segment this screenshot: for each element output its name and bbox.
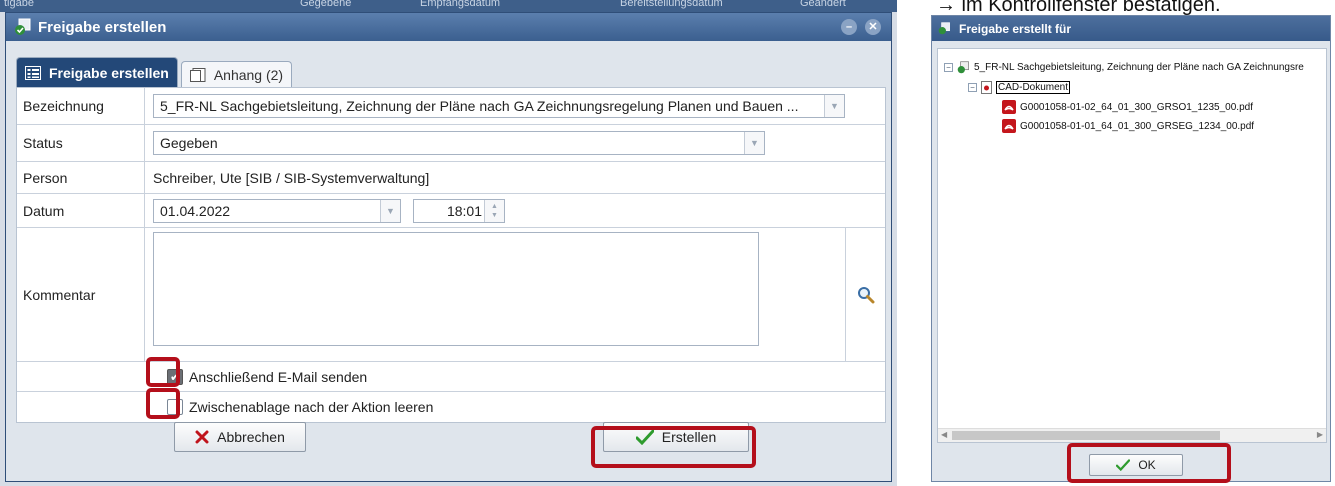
- person-value: Schreiber, Ute [SIB / SIB-Systemverwaltu…: [153, 169, 430, 186]
- kommentar-textarea[interactable]: [153, 232, 759, 346]
- tab-anhang[interactable]: Anhang (2): [180, 61, 293, 87]
- time-value: 18:01: [446, 202, 482, 219]
- datum-label: Datum: [17, 194, 145, 227]
- time-spinner-icon[interactable]: ▲ ▼: [484, 199, 504, 222]
- person-label: Person: [17, 162, 145, 193]
- dialog-tabs: Freigabe erstellen Anhang (2): [16, 57, 295, 87]
- bezeichnung-value: 5_FR-NL Sachgebietsleitung, Zeichnung de…: [160, 98, 799, 114]
- highlight-clipboard-checkbox: [146, 388, 180, 419]
- time-field[interactable]: 18:01 ▲ ▼: [413, 198, 505, 223]
- cancel-label: Abbrechen: [217, 429, 285, 445]
- status-label: Status: [17, 125, 145, 161]
- bezeichnung-label: Bezeichnung: [17, 88, 145, 124]
- status-value: Gegeben: [160, 135, 218, 151]
- tree-file-label: G0001058-01-01_64_01_300_GRSEG_1234_00.p…: [1020, 120, 1255, 132]
- dialog-title: Freigabe erstellen: [38, 18, 167, 36]
- bezeichnung-combo[interactable]: 5_FR-NL Sachgebietsleitung, Zeichnung de…: [153, 94, 845, 118]
- tab-label: Anhang (2): [213, 66, 284, 83]
- bg-column-label: Geändert: [800, 0, 846, 9]
- minimize-icon[interactable]: –: [841, 19, 857, 35]
- email-checkbox-group[interactable]: ✔ Anschließend E-Mail senden: [167, 368, 368, 385]
- release-icon: [15, 18, 31, 35]
- tree-root[interactable]: − 5_FR-NL Sachgebietsleitung, Zeichnung …: [944, 61, 1304, 74]
- attachment-icon: [189, 67, 206, 82]
- tree-folder-label: CAD-Dokument: [996, 81, 1071, 94]
- date-value: 01.04.2022: [160, 202, 231, 219]
- tree-root-label: 5_FR-NL Sachgebietsleitung, Zeichnung de…: [974, 62, 1304, 73]
- confirmation-title: Freigabe erstellt für: [959, 21, 1072, 36]
- tab-freigabe-erstellen[interactable]: Freigabe erstellen: [16, 57, 178, 87]
- bg-column-label: Bereitstellungsdatum: [620, 0, 723, 9]
- cross-icon: [195, 430, 209, 444]
- horizontal-scrollbar[interactable]: ◀ ▶: [938, 428, 1326, 442]
- row-person: Person Schreiber, Ute [SIB / SIB-Systemv…: [17, 162, 885, 194]
- dialog-title-bar[interactable]: Freigabe erstellen – ✕: [6, 13, 891, 41]
- tab-label: Freigabe erstellen: [49, 64, 169, 81]
- bg-column-label: Empfangsdatum: [420, 0, 501, 9]
- tree-file[interactable]: G0001058-01-02_64_01_300_GRSO1_1235_00.p…: [1002, 100, 1253, 114]
- tree-file[interactable]: G0001058-01-01_64_01_300_GRSEG_1234_00.p…: [1002, 119, 1254, 133]
- row-datum: Datum 01.04.2022 ▼ 18:01 ▲ ▼: [17, 194, 885, 228]
- kommentar-label: Kommentar: [17, 228, 145, 361]
- pdf-icon: [1002, 100, 1016, 114]
- chevron-down-icon[interactable]: ▼: [824, 95, 844, 117]
- date-field[interactable]: 01.04.2022 ▼: [153, 198, 401, 223]
- pdf-icon: [1002, 119, 1016, 133]
- row-kommentar: Kommentar: [17, 228, 885, 362]
- release-icon: [938, 22, 950, 35]
- release-icon: [957, 61, 969, 74]
- highlight-ok-button: [1067, 443, 1231, 483]
- collapse-icon[interactable]: −: [968, 83, 977, 92]
- confirmation-window: Freigabe erstellt für − 5_FR-NL Sachgebi…: [931, 15, 1331, 482]
- background-column-header: tigabe Gegebene Empfangsdatum Bereitstel…: [0, 0, 897, 12]
- highlight-create-button: [591, 426, 756, 468]
- tree-folder[interactable]: − CAD-Dokument: [968, 81, 1071, 94]
- collapse-icon[interactable]: −: [944, 63, 953, 72]
- bg-column-label: tigabe: [4, 0, 34, 9]
- freigabe-dialog: Freigabe erstellen – ✕ Freigabe erstelle…: [5, 12, 892, 482]
- highlight-email-checkbox: [146, 357, 180, 387]
- close-icon[interactable]: ✕: [865, 19, 881, 35]
- cad-document-icon: [981, 81, 992, 94]
- status-combo[interactable]: Gegeben ▼: [153, 131, 765, 155]
- confirmation-title-bar[interactable]: Freigabe erstellt für: [932, 16, 1330, 41]
- cancel-button[interactable]: Abbrechen: [174, 422, 306, 452]
- chevron-down-icon[interactable]: ▼: [744, 132, 764, 154]
- tree-file-label: G0001058-01-02_64_01_300_GRSO1_1235_00.p…: [1020, 101, 1253, 113]
- form-icon: [25, 65, 41, 80]
- bg-column-label: Gegebene: [300, 0, 352, 9]
- calendar-dropdown-icon[interactable]: ▼: [380, 199, 400, 222]
- scroll-left-icon[interactable]: ◀: [941, 430, 947, 439]
- row-status: Status Gegeben ▼: [17, 125, 885, 162]
- row-bezeichnung: Bezeichnung 5_FR-NL Sachgebietsleitung, …: [17, 88, 885, 125]
- release-tree-panel: − 5_FR-NL Sachgebietsleitung, Zeichnung …: [937, 48, 1327, 443]
- search-icon[interactable]: [857, 286, 875, 304]
- scroll-right-icon[interactable]: ▶: [1317, 430, 1323, 439]
- email-checkbox-label: Anschließend E-Mail senden: [189, 368, 368, 385]
- scrollbar-thumb[interactable]: [952, 431, 1220, 440]
